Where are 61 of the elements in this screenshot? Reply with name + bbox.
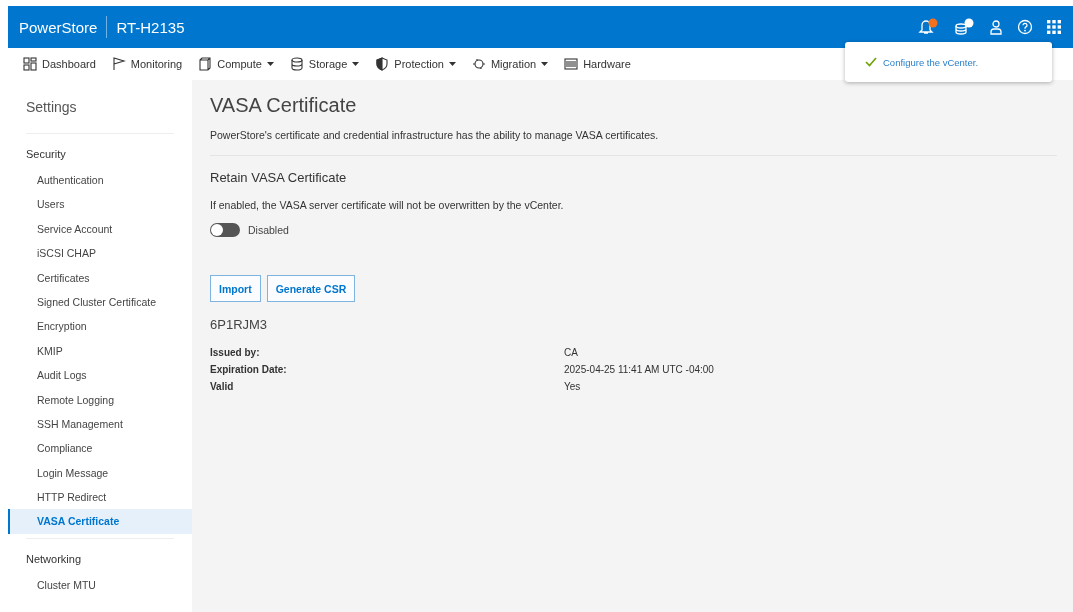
nav-menu-item[interactable]: Storage [284,55,365,73]
sidebar-item[interactable]: Service Account [8,216,192,242]
detail-label: Issued by: [210,347,261,358]
sidebar-item[interactable]: Certificates [8,265,192,290]
toggle-label: Disabled [248,224,289,236]
caret-icon [266,62,274,66]
page-title: VASA Certificate [210,94,358,117]
action-button[interactable]: Import [210,275,261,302]
sidebar-item[interactable]: KMIP [8,338,192,364]
apps-grid-icon[interactable] [1047,20,1061,34]
sidebar-item[interactable]: Audit Logs [8,363,192,388]
sidebar-item[interactable]: Users [8,192,192,217]
certificate-name: 6P1RJM3 [210,317,269,332]
detail-value: Yes [564,381,582,392]
dashboard-icon [23,57,37,71]
product-name: PowerStore [19,18,98,36]
sidebar-item[interactable]: Signed Cluster Certificate [8,289,192,315]
nav-menu-item[interactable]: Monitoring [106,55,188,73]
user-icon[interactable] [989,19,1003,35]
sidebar-title: Settings [25,98,78,117]
sidebar-item[interactable]: Compliance [8,436,192,461]
setting-hint: If enabled, the VASA server certificate will not be overwritten by the vCenter. [210,199,565,211]
section-title: Retain VASA Certificate [210,170,348,185]
toggle-switch[interactable] [210,223,240,237]
sidebar-item[interactable]: Encryption [8,314,192,339]
help-icon[interactable] [1017,19,1033,35]
page-description: PowerStore's certificate and credential infrastructure has the ability to manage VASA certificates. [210,129,660,141]
database-icon [289,57,304,71]
nav-menu-item[interactable]: Protection [370,55,461,73]
sidebar-item[interactable]: Login Message [8,460,192,486]
system-name: RT-H2135 [116,18,185,36]
nav-menu-item[interactable]: Dashboard [18,55,101,73]
detail-label: Valid [210,381,235,392]
jobs-icon[interactable] [953,18,975,36]
bell-icon[interactable] [917,18,939,36]
check-icon [865,57,877,67]
migration-icon [471,57,486,71]
action-button[interactable]: Generate CSR [266,275,356,302]
sidebar-item[interactable]: Remote Logging [8,387,192,412]
sidebar-item[interactable]: HTTP Redirect [8,485,192,510]
detail-value: 2025-04-25 11:41 AM UTC -04:00 [564,364,715,375]
caret-icon [541,62,549,66]
toast-message: Configure the vCenter. [883,56,979,68]
detail-value: CA [564,347,579,358]
hardware-icon [564,57,579,71]
nav-menu-item[interactable]: Hardware [559,55,636,73]
sidebar-item[interactable]: iSCSI CHAP [8,241,192,266]
caret-icon [448,62,456,66]
nav-menu-item[interactable]: Migration [466,55,554,73]
box-icon [198,57,213,71]
shield-icon [375,57,390,71]
detail-label: Expiration Date: [210,364,288,375]
section-heading: Networking [25,552,83,565]
sidebar-item[interactable]: VASA Certificate [8,509,192,534]
sidebar-item[interactable]: SSH Management [8,411,192,437]
flag-icon [111,57,126,71]
sidebar-item[interactable]: Cluster MTU [8,572,192,598]
sidebar-item[interactable]: Authentication [8,168,192,193]
section-heading: Security [25,148,67,160]
nav-menu-item[interactable]: Compute [193,55,279,73]
caret-icon [352,62,360,66]
